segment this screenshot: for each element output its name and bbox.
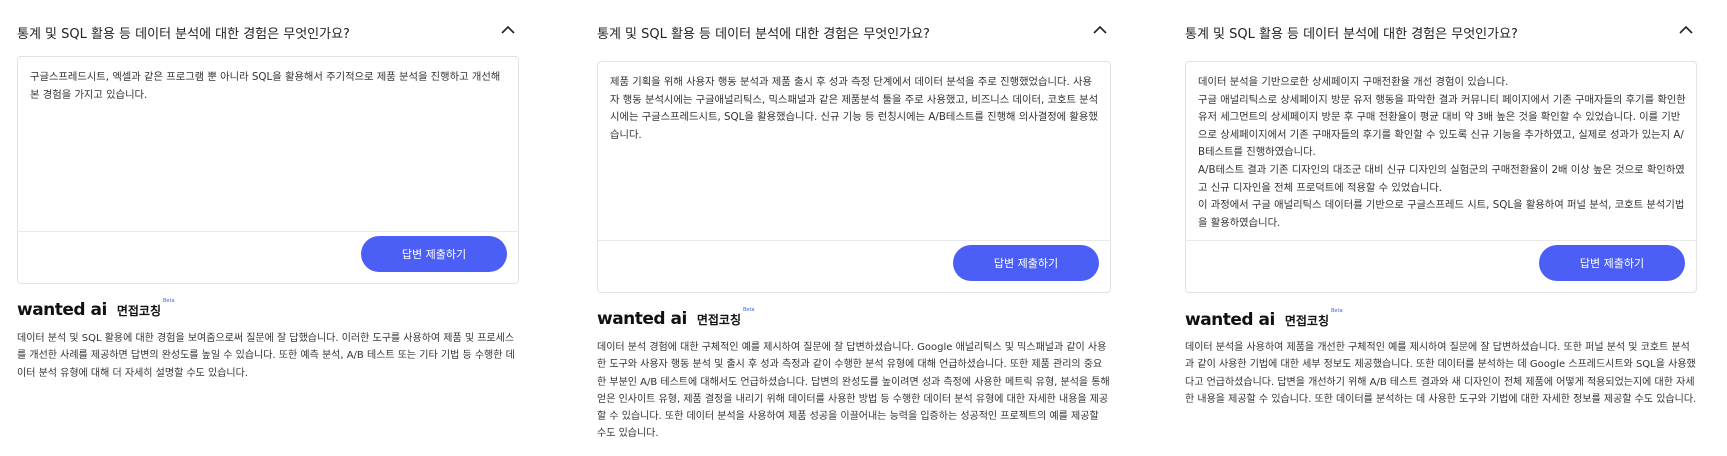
answer-line: A/B테스트 결과 기존 디자인의 대조군 대비 신규 디자인의 실험군의 구매… (1198, 163, 1685, 194)
ai-coaching-brand: wanted ai 면접코칭 Beta (1185, 308, 1343, 330)
submit-answer-button[interactable]: 답변 제출하기 (1539, 245, 1685, 281)
answer-textarea[interactable]: 구글스프레드시트, 엑셀과 같은 프로그램 뿐 아니라 SQL을 활용해서 주기… (30, 69, 508, 104)
ai-coaching-brand: wanted ai 면접코칭 Beta (17, 298, 175, 320)
divider (18, 231, 518, 232)
answer-line: 데이터 분석을 기반으로한 상세페이지 구매전환율 개선 경험이 있습니다. (1198, 76, 1509, 88)
answer-textarea[interactable]: 데이터 분석을 기반으로한 상세페이지 구매전환율 개선 경험이 있습니다. 구… (1198, 74, 1686, 232)
interview-panel-1: 통계 및 SQL 활용 등 데이터 분석에 대한 경험은 무엇인가요? 구글스프… (17, 0, 519, 379)
ai-feedback-text: 데이터 분석 경험에 대한 구체적인 예를 제시하여 질문에 잘 답변하셨습니다… (597, 342, 1110, 440)
coaching-title: 면접코칭 (1284, 314, 1329, 328)
divider (1186, 240, 1696, 241)
beta-badge: Beta (163, 298, 175, 304)
question-header[interactable]: 통계 및 SQL 활용 등 데이터 분석에 대한 경험은 무엇인가요? (1185, 0, 1697, 64)
ai-feedback-text: 데이터 분석 및 SQL 활용에 대한 경험을 보여줌으로써 질문에 잘 답했습… (17, 333, 515, 379)
question-header[interactable]: 통계 및 SQL 활용 등 데이터 분석에 대한 경험은 무엇인가요? (597, 0, 1111, 64)
divider (598, 240, 1110, 241)
submit-answer-button[interactable]: 답변 제출하기 (953, 245, 1099, 281)
ai-coaching-brand: wanted ai 면접코칭 Beta (597, 307, 755, 329)
interview-panel-3: 통계 및 SQL 활용 등 데이터 분석에 대한 경험은 무엇인가요? 데이터 … (1185, 0, 1697, 405)
question-title: 통계 및 SQL 활용 등 데이터 분석에 대한 경험은 무엇인가요? (597, 27, 930, 42)
wanted-ai-logo: wanted ai (597, 309, 687, 329)
wanted-ai-logo: wanted ai (17, 300, 107, 320)
question-title: 통계 및 SQL 활용 등 데이터 분석에 대한 경험은 무엇인가요? (17, 27, 350, 42)
interview-panel-2: 통계 및 SQL 활용 등 데이터 분석에 대한 경험은 무엇인가요? 제품 기… (597, 0, 1111, 439)
coaching-title: 면접코칭 (696, 313, 741, 327)
answer-line: 구글 애널리틱스로 상세페이지 방문 유저 행동을 파악한 결과 커뮤니티 페이… (1198, 93, 1686, 159)
wanted-ai-logo: wanted ai (1185, 310, 1275, 330)
ai-feedback-text: 데이터 분석을 사용하여 제품을 개선한 구체적인 예를 제시하여 질문에 잘 … (1185, 342, 1697, 405)
question-title: 통계 및 SQL 활용 등 데이터 분석에 대한 경험은 무엇인가요? (1185, 27, 1518, 42)
answer-card: 데이터 분석을 기반으로한 상세페이지 구매전환율 개선 경험이 있습니다. 구… (1185, 61, 1697, 293)
beta-badge: Beta (1331, 308, 1343, 314)
chevron-up-icon[interactable] (1092, 22, 1108, 38)
answer-textarea[interactable]: 제품 기획을 위해 사용자 행동 분석과 제품 출시 후 성과 측정 단계에서 … (610, 74, 1100, 144)
answer-line: 이 과정에서 구글 애널리틱스 데이터를 기반으로 구글스프레드 시트, SQL… (1198, 199, 1685, 229)
submit-answer-button[interactable]: 답변 제출하기 (361, 236, 507, 272)
answer-card: 구글스프레드시트, 엑셀과 같은 프로그램 뿐 아니라 SQL을 활용해서 주기… (17, 56, 519, 284)
coaching-title: 면접코칭 (116, 304, 161, 318)
chevron-up-icon[interactable] (500, 22, 516, 38)
answer-card: 제품 기획을 위해 사용자 행동 분석과 제품 출시 후 성과 측정 단계에서 … (597, 61, 1111, 293)
chevron-up-icon[interactable] (1678, 22, 1694, 38)
question-header[interactable]: 통계 및 SQL 활용 등 데이터 분석에 대한 경험은 무엇인가요? (17, 0, 519, 64)
beta-badge: Beta (743, 307, 755, 313)
